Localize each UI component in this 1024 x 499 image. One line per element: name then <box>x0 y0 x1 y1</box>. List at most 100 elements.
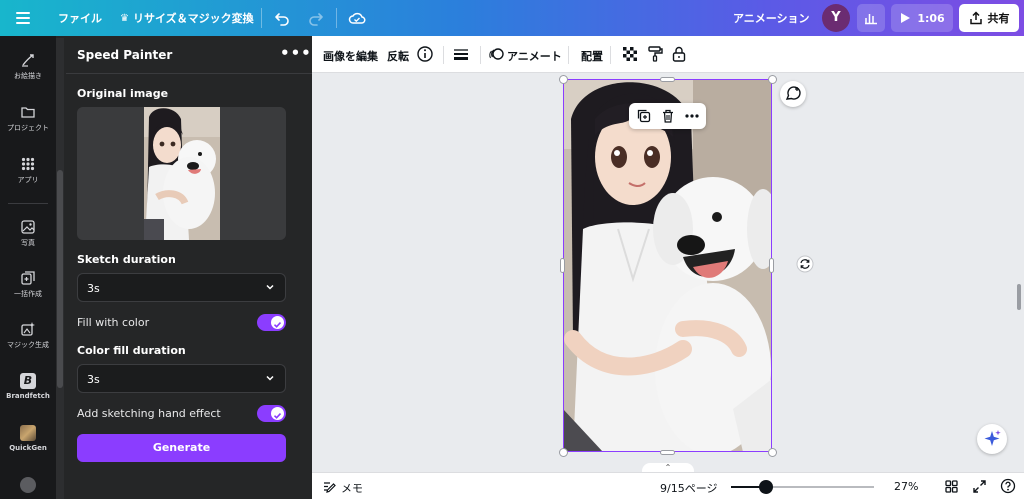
rail-label: マジック生成 <box>7 341 49 349</box>
trash-icon[interactable] <box>660 108 676 124</box>
toggle-knob <box>271 316 284 329</box>
undo-icon[interactable] <box>273 9 291 27</box>
play-button[interactable]: 1:06 <box>891 4 953 32</box>
notes-icon[interactable] <box>322 479 337 494</box>
original-image-thumbnail <box>144 107 220 240</box>
fill-color-toggle[interactable] <box>257 314 286 331</box>
resize-handle-top[interactable] <box>660 77 675 82</box>
magic-assistant-button[interactable] <box>977 424 1007 454</box>
animate-icon[interactable] <box>488 45 506 63</box>
left-rail: お絵描き プロジェクト アプリ 写真 一括作成 マジック生成 B Brandfe… <box>0 36 56 499</box>
divider <box>336 8 337 28</box>
animation-button[interactable]: アニメーション <box>733 0 810 36</box>
bottom-bar: メモ 9/15ページ 27% <box>312 472 1024 499</box>
divider <box>443 46 444 64</box>
comment-add-icon <box>785 86 801 100</box>
bulk-create-icon <box>21 271 35 285</box>
share-button[interactable]: 共有 <box>959 4 1019 32</box>
rail-label: Brandfetch <box>6 392 50 400</box>
hand-effect-label: Add sketching hand effect <box>77 407 221 420</box>
rail-item-apps[interactable]: アプリ <box>0 156 56 185</box>
rail-item-brandfetch[interactable]: B Brandfetch <box>0 373 56 400</box>
edit-image-button[interactable]: 画像を編集 <box>323 48 378 64</box>
speed-painter-panel <box>56 36 312 499</box>
rail-item-more[interactable] <box>0 477 56 496</box>
rail-item-projects[interactable]: プロジェクト <box>0 104 56 133</box>
resize-label: リサイズ＆マジック変換 <box>132 12 254 25</box>
color-fill-duration-select[interactable]: 3s <box>77 364 286 393</box>
rail-label: 一括作成 <box>14 290 42 298</box>
app-thumbnail-icon <box>20 477 36 493</box>
rotate-icon <box>796 255 814 273</box>
panel-title: Speed Painter <box>77 48 173 62</box>
play-time: 1:06 <box>917 11 945 25</box>
hand-effect-toggle[interactable] <box>257 405 286 422</box>
resize-handle-bottom-left[interactable] <box>559 448 568 457</box>
transparency-icon[interactable] <box>621 45 639 63</box>
rail-label: プロジェクト <box>7 124 49 132</box>
play-icon <box>901 13 911 23</box>
sketch-duration-label: Sketch duration <box>77 253 176 266</box>
duplicate-icon[interactable] <box>636 108 652 124</box>
comment-button[interactable] <box>780 81 806 107</box>
zoom-level[interactable]: 27% <box>894 480 918 493</box>
lock-icon[interactable] <box>670 45 688 63</box>
panel-scrollbar[interactable] <box>56 38 64 499</box>
color-fill-duration-value: 3s <box>87 373 100 386</box>
animate-button[interactable]: アニメート <box>507 48 562 64</box>
page-indicator[interactable]: 9/15ページ <box>660 480 717 496</box>
original-image-label: Original image <box>77 87 169 100</box>
divider <box>261 8 262 28</box>
rail-item-magic-generate[interactable]: マジック生成 <box>0 321 56 350</box>
brandfetch-icon: B <box>20 373 36 389</box>
zoom-slider-remaining <box>766 486 874 488</box>
file-menu-button[interactable]: ファイル <box>58 0 102 36</box>
top-bar: ファイル ♛ リサイズ＆マジック変換 アニメーション Y 1:06 共有 <box>0 0 1024 36</box>
scrollbar-thumb[interactable] <box>57 170 63 388</box>
more-options-icon[interactable]: ••• <box>280 44 312 62</box>
rail-item-bulk-create[interactable]: 一括作成 <box>0 270 56 299</box>
resize-handle-top-left[interactable] <box>559 75 568 84</box>
resize-handle-bottom[interactable] <box>660 450 675 455</box>
photo-icon <box>21 220 35 234</box>
sketch-duration-select[interactable]: 3s <box>77 273 286 302</box>
paint-roller-icon[interactable] <box>646 45 664 63</box>
resize-magic-switch-button[interactable]: ♛ リサイズ＆マジック変換 <box>120 0 254 36</box>
sketch-duration-value: 3s <box>87 282 100 295</box>
resize-handle-bottom-right[interactable] <box>768 448 777 457</box>
rail-item-photos[interactable]: 写真 <box>0 219 56 248</box>
position-button[interactable]: 配置 <box>581 48 603 64</box>
analytics-button[interactable] <box>857 4 885 32</box>
rail-item-quickgen[interactable]: QuickGen <box>0 425 56 452</box>
resize-handle-right[interactable] <box>769 258 774 273</box>
help-icon[interactable] <box>1000 478 1016 494</box>
border-style-icon[interactable] <box>452 45 470 63</box>
element-floating-toolbar <box>629 103 706 129</box>
upload-icon <box>969 11 982 25</box>
rail-item-draw[interactable]: お絵描き <box>0 52 56 81</box>
grid-view-icon[interactable] <box>944 479 959 494</box>
quickgen-icon <box>20 425 36 441</box>
cloud-save-icon[interactable] <box>348 9 366 27</box>
draw-icon <box>22 54 34 67</box>
checkmark-icon <box>273 322 282 328</box>
resize-handle-top-right[interactable] <box>768 75 777 84</box>
canvas-scrollbar[interactable] <box>1017 284 1021 310</box>
redo-icon[interactable] <box>307 9 325 27</box>
generate-button[interactable]: Generate <box>77 434 286 462</box>
notes-button[interactable]: メモ <box>341 480 363 496</box>
rail-label: お絵描き <box>14 72 42 80</box>
more-horizontal-icon[interactable] <box>684 108 700 124</box>
avatar[interactable]: Y <box>822 4 850 32</box>
apps-grid-icon <box>21 157 35 171</box>
checkmark-icon <box>273 413 282 419</box>
menu-icon[interactable] <box>14 9 32 27</box>
zoom-slider-knob[interactable] <box>759 480 773 494</box>
resize-handle-left[interactable] <box>560 258 565 273</box>
crown-icon: ♛ <box>120 12 129 24</box>
share-label: 共有 <box>987 12 1010 25</box>
info-icon[interactable] <box>416 45 434 63</box>
fullscreen-icon[interactable] <box>972 479 987 494</box>
flip-button[interactable]: 反転 <box>387 48 409 64</box>
rotate-button[interactable] <box>795 254 815 274</box>
